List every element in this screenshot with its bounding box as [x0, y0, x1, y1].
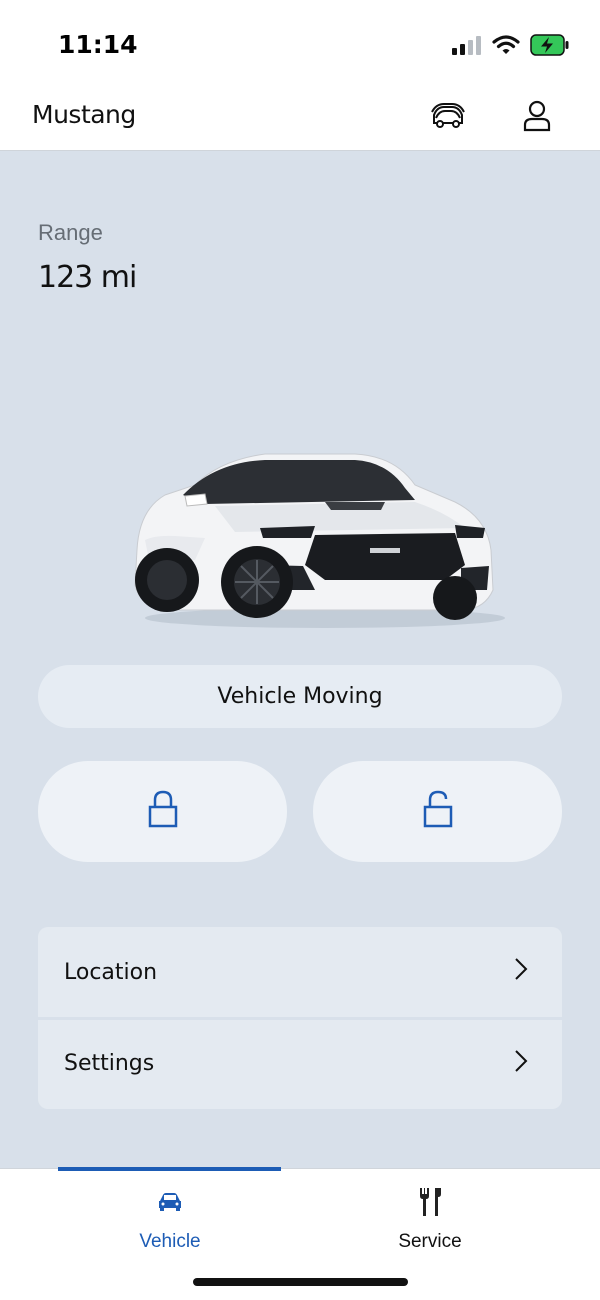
menu-item-label: Location: [64, 959, 158, 985]
status-icons: [452, 34, 570, 61]
range-value: 123 mi: [38, 260, 137, 295]
chevron-right-icon: [514, 957, 528, 987]
tab-vehicle[interactable]: Vehicle: [20, 1169, 320, 1269]
vehicle-menu: Location Settings: [38, 927, 562, 1109]
battery-charging-icon: [530, 34, 570, 61]
unlock-button[interactable]: [313, 761, 562, 862]
wifi-icon: [492, 34, 520, 61]
car-icon: [157, 1185, 183, 1219]
home-indicator: [193, 1278, 408, 1286]
tab-label: Service: [398, 1231, 462, 1252]
page-title: Mustang: [32, 100, 136, 129]
status-time: 11:14: [58, 30, 138, 59]
account-icon: [523, 100, 551, 137]
status-bar: 11:14: [0, 0, 600, 88]
range-label: Range: [38, 220, 103, 245]
chevron-right-icon: [514, 1049, 528, 1079]
account-button[interactable]: [515, 96, 559, 140]
garage-vehicles-icon: [430, 101, 466, 136]
garage-vehicles-button[interactable]: [426, 96, 470, 140]
menu-item-location[interactable]: Location: [38, 927, 562, 1017]
vehicle-image: [125, 440, 505, 640]
menu-item-label: Settings: [64, 1051, 155, 1076]
signal-icon: [452, 35, 482, 60]
lock-icon: [148, 790, 178, 833]
menu-item-settings[interactable]: Settings: [38, 1017, 562, 1107]
vehicle-status-pill: Vehicle Moving: [38, 665, 562, 728]
app-header: Mustang: [0, 88, 600, 151]
tab-label: Vehicle: [139, 1231, 201, 1252]
lock-button[interactable]: [38, 761, 287, 862]
tab-service[interactable]: Service: [280, 1169, 580, 1269]
unlock-icon: [423, 790, 453, 833]
tools-icon: [417, 1185, 443, 1219]
